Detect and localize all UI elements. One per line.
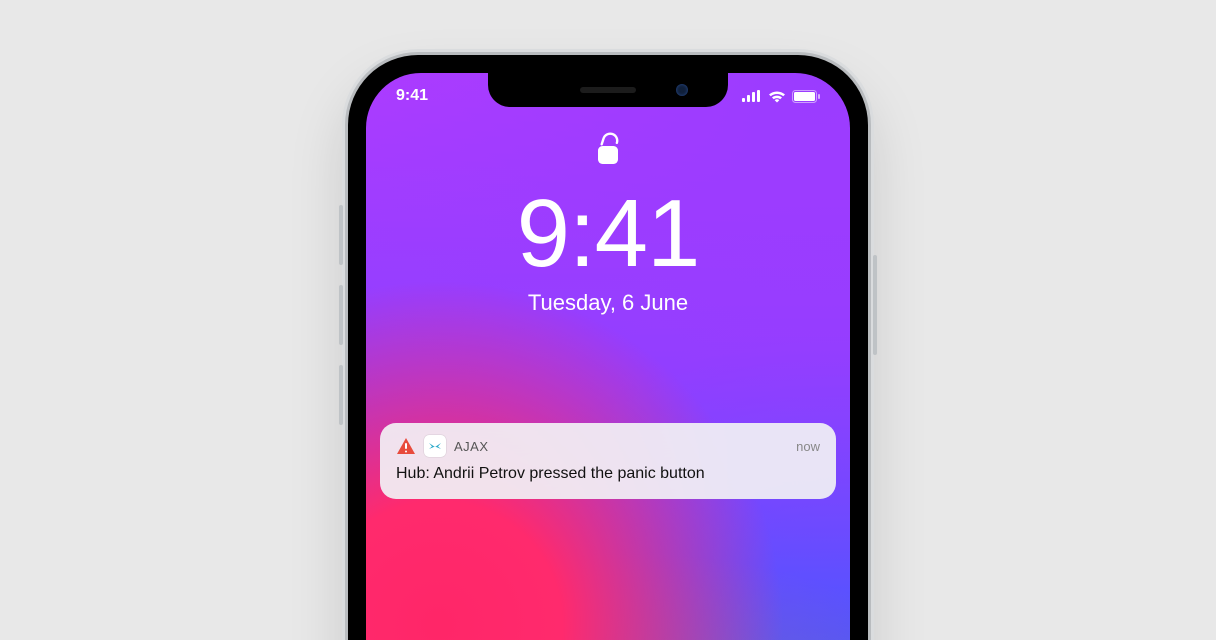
wifi-icon: [768, 90, 786, 103]
front-camera: [676, 84, 688, 96]
app-icon: [424, 435, 446, 457]
notification-card[interactable]: AJAX now Hub: Andrii Petrov pressed the …: [380, 423, 836, 499]
notification-body: Hub: Andrii Petrov pressed the panic but…: [396, 465, 820, 483]
notification-time: now: [796, 439, 820, 454]
status-indicators: [742, 90, 820, 103]
cellular-icon: [742, 90, 762, 102]
alert-icon: [396, 436, 416, 456]
status-time: 9:41: [396, 87, 428, 105]
notification-header: AJAX now: [396, 435, 820, 457]
phone-frame: 9:41: [348, 55, 868, 640]
phone-screen[interactable]: 9:41: [366, 73, 850, 640]
unlock-icon: [595, 131, 621, 172]
lock-screen-header: 9:41 Tuesday, 6 June: [366, 73, 850, 316]
speaker-grille: [580, 87, 636, 93]
lockscreen-date: Tuesday, 6 June: [528, 290, 688, 316]
lockscreen-clock: 9:41: [517, 186, 700, 282]
notification-app-name: AJAX: [454, 439, 489, 454]
battery-icon: [792, 90, 820, 103]
phone-notch: [488, 73, 728, 107]
